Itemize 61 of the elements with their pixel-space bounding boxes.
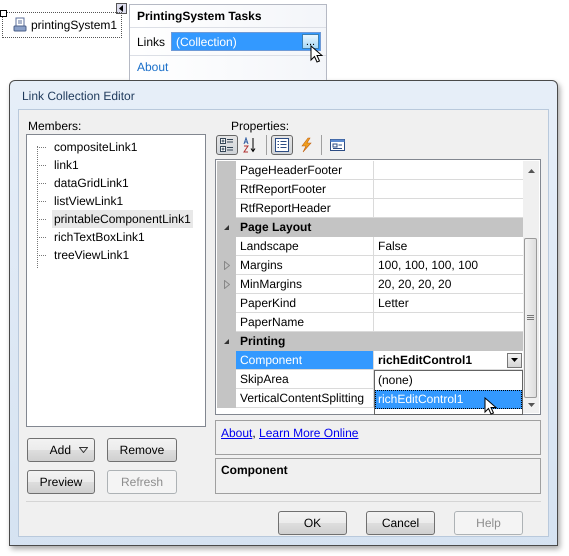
dropdown-option[interactable]: (none) <box>375 371 522 390</box>
categorized-icon <box>219 137 235 153</box>
property-value[interactable]: 20, 20, 20, 20 <box>378 275 452 293</box>
expander-icon[interactable] <box>223 224 230 231</box>
about-link[interactable]: About <box>130 56 176 78</box>
dialog-button[interactable]: Cancel <box>366 511 435 535</box>
about-link[interactable]: About <box>221 426 252 440</box>
scrollbar-thumb[interactable] <box>524 238 537 398</box>
list-icon <box>274 137 290 153</box>
smart-tag-button[interactable] <box>116 3 127 14</box>
member-item[interactable]: treeViewLink1 <box>52 246 132 264</box>
property-name[interactable]: Margins <box>236 256 374 275</box>
learn-more-link[interactable]: Learn More Online <box>259 426 358 440</box>
property-name[interactable]: MinMargins <box>236 275 374 294</box>
triangle-icon <box>119 5 124 12</box>
description-title: Component <box>221 463 288 477</box>
members-label: Members: <box>27 119 82 133</box>
toolbar-button[interactable] <box>271 135 293 155</box>
member-button[interactable]: Remove <box>107 438 177 462</box>
properties-label: Properties: <box>230 119 290 133</box>
property-value[interactable]: Letter <box>378 294 409 312</box>
member-item[interactable]: printableComponentLink1 <box>52 210 193 228</box>
separator-text: , <box>252 426 256 440</box>
member-button[interactable]: Preview <box>27 470 95 494</box>
links-field[interactable]: (Collection) ... <box>171 32 322 51</box>
scroll-up-icon[interactable] <box>528 169 534 173</box>
component-tray-item[interactable]: printingSystem1 <box>2 12 122 38</box>
row-header <box>217 161 236 180</box>
property-name[interactable]: PaperKind <box>236 294 374 313</box>
add-split-button[interactable]: Add <box>27 438 95 462</box>
panel-title: PrintingSystem Tasks <box>136 8 262 25</box>
dialog-button[interactable]: OK <box>278 511 347 535</box>
member-item[interactable]: listViewLink1 <box>52 192 126 210</box>
category-row[interactable]: Printing <box>217 332 523 351</box>
cursor-icon <box>310 45 323 63</box>
window-title: Link Collection Editor <box>21 88 136 105</box>
printer-icon <box>13 17 27 33</box>
property-value[interactable]: richEditControl1 <box>378 351 472 369</box>
property-value[interactable]: False <box>378 237 408 255</box>
property-value[interactable]: 100, 100, 100, 100 <box>378 256 478 274</box>
property-name[interactable]: RtfReportFooter <box>236 180 374 199</box>
dropdown-button[interactable] <box>507 352 522 368</box>
caret-icon <box>511 358 518 362</box>
property-name[interactable]: PageHeaderFooter <box>236 161 374 180</box>
selection-handle[interactable] <box>0 10 7 17</box>
scrollbar[interactable] <box>523 161 539 413</box>
member-item[interactable]: dataGridLink1 <box>52 174 131 192</box>
component-name: printingSystem1 <box>31 18 118 32</box>
caret-icon <box>79 447 88 453</box>
member-item[interactable]: link1 <box>52 156 81 174</box>
row-header <box>217 389 236 408</box>
property-name[interactable]: Landscape <box>236 237 374 256</box>
scroll-down-icon[interactable] <box>528 403 534 407</box>
ellipsis-button[interactable]: ... <box>302 34 320 49</box>
expander-icon[interactable] <box>223 338 230 345</box>
toolbar-button[interactable] <box>216 135 238 155</box>
member-item[interactable]: compositeLink1 <box>52 138 140 156</box>
window-icon <box>329 137 345 153</box>
member-item[interactable]: richTextBoxLink1 <box>52 228 147 246</box>
field-label: Links <box>137 34 166 48</box>
category-row[interactable]: Page Layout <box>217 218 523 237</box>
